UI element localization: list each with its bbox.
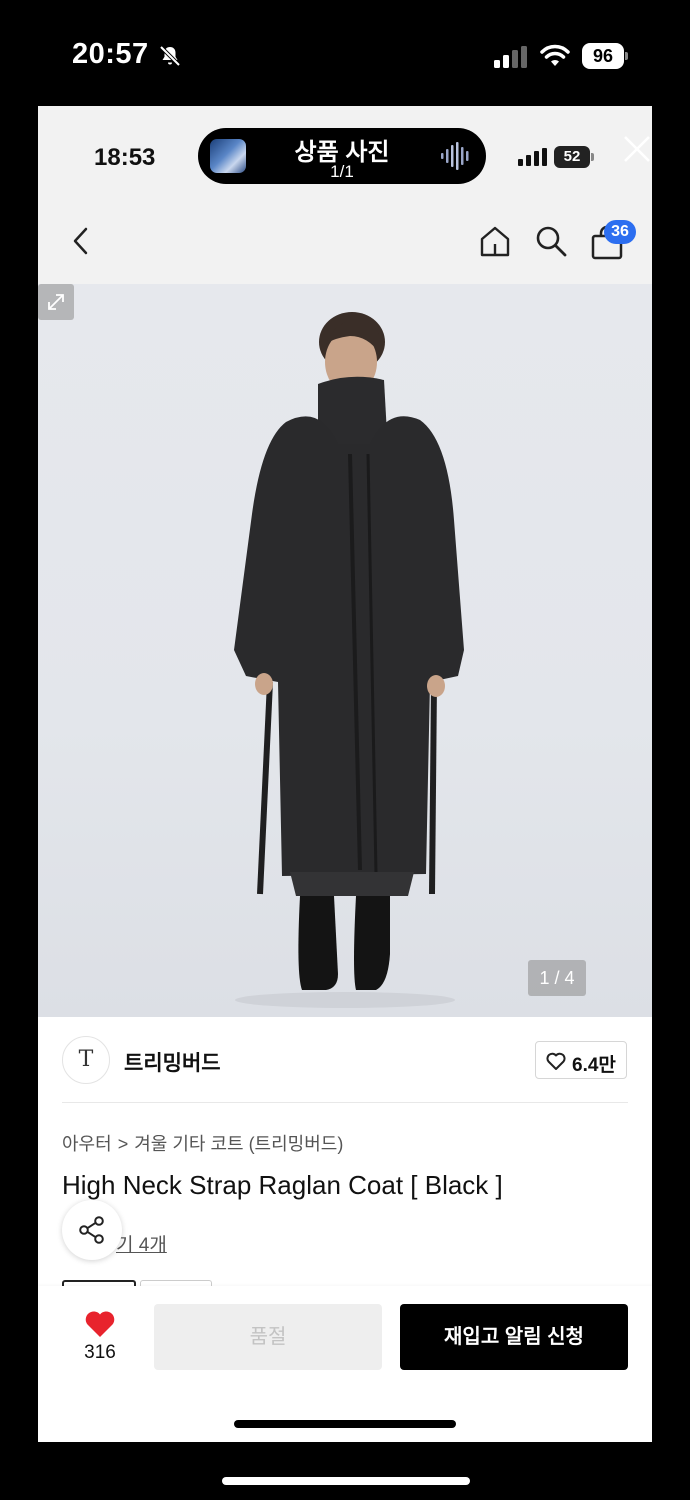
model-wearing-coat-image [234,312,464,1008]
app-cell-signal-icon [518,148,547,166]
breadcrumb-category[interactable]: 아우터 [62,1134,112,1154]
back-icon[interactable] [68,224,94,258]
expand-icon[interactable] [38,284,74,320]
device-home-indicator[interactable] [222,1477,470,1485]
breadcrumb-subcategory[interactable]: 겨울 기타 코트 (트리밍버드) [134,1134,343,1154]
soldout-button: 품절 [154,1304,382,1370]
product-title: High Neck Strap Raglan Coat [ Black ] [62,1170,503,1200]
app-battery-icon: 52 [554,146,594,168]
now-playing-island[interactable]: 상품 사진 1/1 [198,128,486,184]
wishlist-button[interactable]: 316 [78,1310,122,1364]
breadcrumb-separator: > [117,1134,129,1154]
app-screen: 18:53 상품 사진 1/1 52 36 1 / 4 T 트리밍버드 6.4만… [38,106,652,1442]
app-clock: 18:53 [94,144,156,171]
app-status-bar: 18:53 상품 사진 1/1 52 [38,106,652,196]
image-counter: 1 / 4 [528,960,586,996]
device-clock: 20:57 [72,38,149,70]
brand-logo[interactable]: T [62,1036,110,1084]
search-icon[interactable] [534,224,568,258]
app-home-indicator [234,1420,456,1428]
heart-outline-icon [546,1052,566,1070]
cell-signal-icon [494,46,527,68]
reviews-link[interactable]: 기 4개 [116,1230,167,1257]
share-icon [79,1216,104,1244]
close-icon[interactable] [622,134,652,164]
share-button[interactable] [62,1200,122,1260]
brand-name[interactable]: 트리밍버드 [124,1047,221,1077]
wifi-icon [540,44,570,66]
device-status-bar: 20:57 96 [0,0,690,106]
home-icon[interactable] [478,224,512,258]
divider [62,1102,628,1103]
heart-filled-icon [85,1311,115,1337]
battery-level: 96 [582,43,624,69]
breadcrumb: 아우터 > 겨울 기타 코트 (트리밍버드) [62,1130,343,1156]
app-battery-level: 52 [554,146,590,168]
product-image[interactable]: 1 / 4 [38,284,652,1017]
brand-like-button[interactable]: 6.4만 [535,1041,627,1079]
wishlist-count: 316 [84,1342,116,1363]
audio-wave-icon [441,142,469,170]
restock-alert-button[interactable]: 재입고 알림 신청 [400,1304,628,1370]
cart-count-badge: 36 [604,220,636,244]
battery-icon: 96 [582,43,628,69]
brand-like-count: 6.4만 [572,1055,616,1076]
bell-muted-icon [159,45,181,67]
